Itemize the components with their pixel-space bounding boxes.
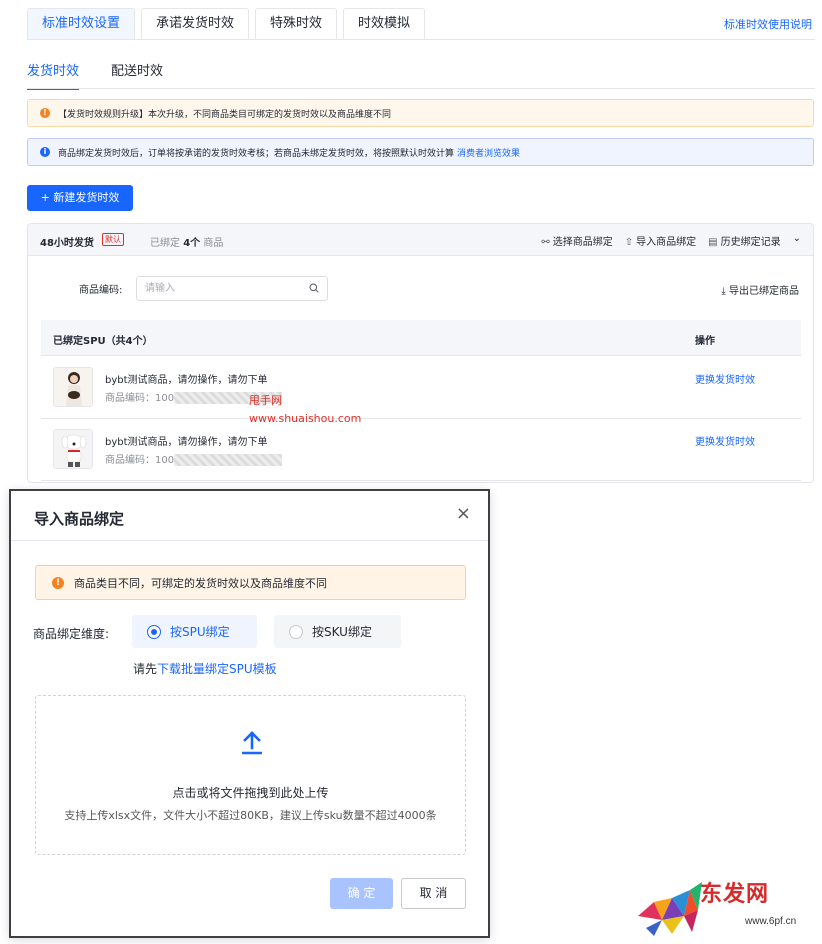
export-bound-products-link[interactable]: ⤓ 导出已绑定商品 bbox=[721, 282, 799, 297]
product-name: bybt测试商品，请勿操作，请勿下单 bbox=[105, 437, 268, 448]
select-products-bind-label: 选择商品绑定 bbox=[552, 237, 613, 248]
radio-unselected-icon[interactable] bbox=[289, 624, 303, 639]
upgrade-alert-text: 【发货时效规则升级】本次升级，不同商品类目可绑定的发货时效以及商品维度不同 bbox=[58, 109, 392, 120]
product-code-value: 100 bbox=[155, 455, 175, 466]
modal-divider bbox=[11, 540, 488, 541]
card-header: 48小时发货 默认 已绑定 4个 商品 ⚯ 选择商品绑定 ⇧ 导入商品绑定 ▤ 历史绑… bbox=[28, 224, 813, 256]
confirm-button[interactable]: 确 定 bbox=[330, 878, 393, 909]
redacted-code bbox=[174, 454, 283, 466]
product-code-value: 100 bbox=[155, 393, 175, 404]
col-spu-header: 已绑定SPU（共4个） bbox=[53, 336, 153, 347]
tab-special-timeliness[interactable]: 特殊时效 bbox=[255, 8, 338, 39]
product-name: bybt测试商品，请勿操作，请勿下单 bbox=[105, 375, 268, 386]
warning-icon: ! bbox=[40, 108, 50, 118]
top-tabs: 标准时效设置 承诺发货时效 特殊时效 时效模拟 bbox=[27, 8, 426, 40]
product-code-input[interactable]: 请输入 bbox=[136, 276, 328, 301]
logo-text: 东发网 bbox=[700, 881, 770, 907]
logo-url: www.6pf.cn bbox=[745, 916, 797, 927]
table-row: bybt测试商品，请勿操作，请勿下单 商品编码：100 更换发货时效 bbox=[41, 419, 801, 481]
bound-suffix: 商品 bbox=[203, 238, 224, 249]
bind-by-sku-label: 按SKU绑定 bbox=[312, 625, 372, 639]
tabs-divider bbox=[27, 39, 815, 40]
info-alert: i 商品绑定发货时效后，订单将按承诺的发货时效考核；若商品未绑定发货时效，将按照… bbox=[27, 138, 814, 166]
tab-standard-timeliness[interactable]: 标准时效设置 bbox=[27, 8, 136, 39]
subtab-shipping-timeliness[interactable]: 发货时效 bbox=[27, 60, 80, 90]
template-prefix: 请先 bbox=[133, 662, 158, 676]
upgrade-alert: ! 【发货时效规则升级】本次升级，不同商品类目可绑定的发货时效以及商品维度不同 bbox=[27, 99, 814, 127]
cancel-button[interactable]: 取 消 bbox=[401, 878, 466, 909]
col-action-header: 操作 bbox=[695, 336, 715, 347]
import-products-bind-label: 导入商品绑定 bbox=[636, 237, 697, 248]
radio-selected-icon[interactable] bbox=[147, 624, 161, 639]
bound-count: 已绑定 4个 商品 bbox=[150, 234, 223, 249]
card-title: 48小时发货 bbox=[40, 238, 94, 249]
watermark-url: www.shuaishou.com bbox=[249, 412, 362, 425]
chevron-down-icon[interactable]: ⌄ bbox=[793, 233, 801, 248]
consumer-view-link[interactable]: 消费者浏览效果 bbox=[457, 146, 520, 159]
product-code-placeholder: 请输入 bbox=[145, 283, 175, 294]
product-code: 商品编码：100 bbox=[105, 451, 283, 466]
bound-prefix: 已绑定 bbox=[150, 238, 180, 249]
upload-icon bbox=[242, 731, 262, 755]
product-image-dog-mascot bbox=[54, 430, 92, 468]
tab-timeliness-simulation[interactable]: 时效模拟 bbox=[343, 8, 426, 39]
close-icon[interactable]: × bbox=[456, 505, 471, 523]
product-thumbnail bbox=[53, 367, 93, 407]
search-icon[interactable] bbox=[309, 283, 319, 293]
warning-icon: ! bbox=[52, 576, 64, 589]
tab-promised-shipping[interactable]: 承诺发货时效 bbox=[141, 8, 250, 39]
help-link[interactable]: 标准时效使用说明 bbox=[724, 16, 812, 32]
export-bound-products-label: 导出已绑定商品 bbox=[729, 286, 799, 297]
change-timeliness-link[interactable]: 更换发货时效 bbox=[695, 371, 755, 386]
modal-title: 导入商品绑定 bbox=[34, 510, 125, 528]
binding-dimension-label: 商品绑定维度: bbox=[33, 627, 110, 641]
import-products-bind-action[interactable]: ⇧ 导入商品绑定 bbox=[625, 233, 696, 248]
info-alert-text: 商品绑定发货时效后，订单将按承诺的发货时效考核；若商品未绑定发货时效，将按照默认… bbox=[58, 148, 455, 159]
table-header: 已绑定SPU（共4个） 操作 bbox=[41, 320, 801, 356]
subtab-delivery-timeliness[interactable]: 配送时效 bbox=[111, 60, 163, 90]
upload-icon: ⇧ bbox=[624, 237, 634, 248]
bound-number: 4个 bbox=[183, 238, 201, 249]
upload-main-text: 点击或将文件拖拽到此处上传 bbox=[172, 786, 329, 800]
product-code-label: 商品编码： bbox=[105, 393, 155, 404]
product-thumbnail bbox=[53, 429, 93, 469]
modal-warning-text: 商品类目不同，可绑定的发货时效以及商品维度不同 bbox=[74, 576, 327, 590]
subtabs-divider bbox=[27, 88, 815, 89]
bind-by-sku-option[interactable]: 按SKU绑定 bbox=[274, 615, 401, 648]
select-products-bind-action[interactable]: ⚯ 选择商品绑定 bbox=[541, 233, 612, 248]
timeliness-card: 48小时发货 默认 已绑定 4个 商品 ⚯ 选择商品绑定 ⇧ 导入商品绑定 ▤ 历史绑… bbox=[27, 223, 814, 483]
modal-warning-alert: ! 商品类目不同，可绑定的发货时效以及商品维度不同 bbox=[35, 565, 466, 600]
bind-by-spu-label: 按SPU绑定 bbox=[170, 625, 230, 639]
download-template-link[interactable]: 下载批量绑定SPU模板 bbox=[157, 662, 277, 676]
product-code-label: 商品编码： bbox=[105, 455, 155, 466]
history-bind-action[interactable]: ▤ 历史绑定记录 bbox=[708, 233, 780, 248]
bind-by-spu-option[interactable]: 按SPU绑定 bbox=[132, 615, 257, 648]
product-image-girl bbox=[54, 368, 92, 406]
history-bind-label: 历史绑定记录 bbox=[720, 237, 781, 248]
upload-hint-text: 支持上传xlsx文件，文件大小不超过80KB，建议上传sku数量不超过4000条 bbox=[64, 809, 437, 822]
template-instruction: 请先下载批量绑定SPU模板 bbox=[133, 660, 277, 677]
upload-dropzone[interactable]: 点击或将文件拖拽到此处上传 支持上传xlsx文件，文件大小不超过80KB，建议上… bbox=[35, 695, 466, 855]
sub-tabs: 发货时效 配送时效 bbox=[27, 60, 163, 90]
download-icon: ⤓ bbox=[721, 286, 729, 297]
import-binding-modal: 导入商品绑定 × ! 商品类目不同，可绑定的发货时效以及商品维度不同 商品绑定维… bbox=[9, 489, 490, 938]
table-row: bybt测试商品，请勿操作，请勿下单 商品编码：100 更换发货时效 bbox=[41, 357, 801, 419]
link-icon: ⚯ bbox=[541, 237, 550, 248]
watermark-text: 甩手网 bbox=[249, 394, 282, 407]
info-icon: i bbox=[40, 147, 50, 157]
product-code-label: 商品编码: bbox=[79, 285, 123, 296]
default-badge: 默认 bbox=[102, 233, 124, 246]
card-actions: ⚯ 选择商品绑定 ⇧ 导入商品绑定 ▤ 历史绑定记录 ⌄ bbox=[541, 233, 801, 248]
document-icon: ▤ bbox=[708, 237, 718, 248]
new-shipping-timeliness-button[interactable]: + 新建发货时效 bbox=[27, 185, 133, 211]
change-timeliness-link[interactable]: 更换发货时效 bbox=[695, 433, 755, 448]
